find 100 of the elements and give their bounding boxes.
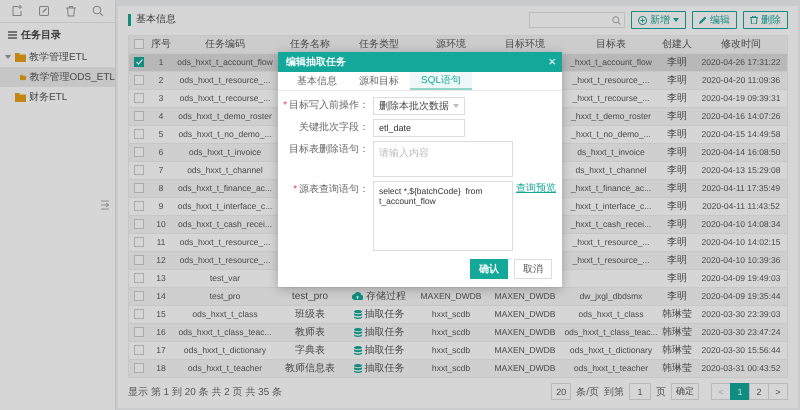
table-cell-text: 2020-04-13 15:29:08 (700, 165, 782, 175)
column-header: 任务编码 (204, 38, 246, 51)
table-cell-text: ods_hxxt_t_cash_recei... (176, 219, 274, 229)
column-header: 序号 (150, 38, 172, 51)
table-cell-text: ods_hxxt_t_resource_... (178, 75, 272, 85)
column-header: 源环境 (435, 38, 467, 51)
table-cell-text: 李明 (666, 146, 688, 159)
table-cell-text: _hxxt_t_resource_... (571, 255, 650, 265)
table-cell-text: hxxt_scdb (430, 345, 472, 355)
table-cell-text: 7 (158, 165, 164, 175)
table-cell-text: ods_hxxt_t_teacher (186, 363, 264, 373)
table-cell-text: 李明 (666, 200, 688, 213)
table-cell-text: test_pro (208, 291, 242, 301)
table-cell-text: ods_hxxt_t_teacher (572, 363, 650, 373)
table-cell-text: ods_hxxt_t_class_teac... (177, 327, 273, 337)
table-cell-text: test_var (208, 273, 242, 283)
table-cell-text: ods_hxxt_t_demo_roster (177, 111, 273, 121)
table-cell-text: MAXEN_DWDB (494, 363, 556, 373)
table-cell-text: ds_hxxt_t_invoice (576, 147, 646, 157)
table-cell-text: 抽取任务 (364, 362, 404, 375)
table-cell-text: 4 (158, 111, 164, 121)
table-cell-text: ds_hxxt_t_channel (574, 165, 648, 175)
table-cell-text: 2020-03-30 23:39:03 (700, 309, 782, 319)
table-cell-text: ods_hxxt_t_dictionary (568, 345, 654, 355)
table-cell-text: 2020-03-30 15:56:44 (700, 345, 782, 355)
table-cell-text: 2020-04-15 14:49:58 (700, 129, 782, 139)
column-header: 任务类型 (358, 38, 400, 51)
table-cell-text: dw_jxgl_dbdsmx (578, 291, 644, 301)
table-cell-text: _hxxt_t_cash_recei... (570, 219, 652, 229)
table-cell-text: 2020-04-09 19:49:03 (700, 273, 782, 283)
table-cell-text: 李明 (666, 182, 688, 195)
table-cell-text: 5 (158, 129, 164, 139)
table-cell-text: ods_hxxt_t_class (191, 309, 259, 319)
field-label: 目标表删除语句： (289, 144, 369, 155)
table-cell-text: 2 (158, 75, 164, 85)
table-cell-text: 2020-04-10 14:08:34 (700, 219, 782, 229)
table-cell-text: 2020-04-20 11:09:36 (700, 75, 782, 85)
table-cell-text: 李明 (666, 236, 688, 249)
table-cell-text: MAXEN_DWDB (420, 291, 482, 301)
table-cell-text: 16 (155, 327, 167, 337)
required-mark: * (293, 184, 297, 195)
table-cell-text: ods_hxxt_t_dictionary (182, 345, 268, 355)
dialog-title: 编辑抽取任务 (286, 56, 346, 69)
table-cell-text: 教师信息表 (284, 362, 336, 375)
table-cell-text: 2020-04-10 14:02:15 (700, 237, 782, 247)
table-cell-text: 2020-04-11 11:43:52 (701, 201, 781, 211)
table-cell-text: MAXEN_DWDB (494, 345, 556, 355)
table-cell-text: 李明 (666, 92, 688, 105)
table-cell-text: 2020-04-14 16:08:50 (700, 147, 782, 157)
table-cell-text: _hxxt_t_resource_... (571, 237, 650, 247)
table-cell-text: _hxxt_t_demo_roster (570, 111, 652, 121)
table-cell-text: 18 (155, 363, 167, 373)
table-cell-text: ods_hxxt_t_interface_c... (176, 201, 274, 211)
table-cell-text: 李明 (666, 110, 688, 123)
table-cell-text: 抽取任务 (364, 308, 404, 321)
table-cell-text: 8 (158, 183, 164, 193)
table-cell-text: ods_hxxt_t_class (577, 309, 645, 319)
tree-title: 任务目录 (21, 28, 61, 42)
table-cell-text: _hxxt_t_recourse_... (571, 93, 650, 103)
table-cell-text: 2020-04-16 14:07:26 (700, 111, 782, 121)
table-cell-text: 韩琳莹 (661, 362, 693, 375)
section-title: 基本信息 (128, 14, 176, 26)
table-cell-text: 韩琳莹 (661, 344, 693, 357)
column-header: 任务名称 (289, 38, 331, 51)
page-size-unit: 条/页 (576, 386, 599, 399)
table-cell-text: 李明 (666, 218, 688, 231)
table-cell-text: test_pro (290, 290, 330, 302)
table-cell-text: 李明 (666, 290, 688, 303)
table-cell-text: MAXEN_DWDB (494, 327, 556, 337)
table-cell-text: 班级表 (294, 308, 326, 321)
table-cell-text: 2020-04-09 19:35:44 (700, 291, 782, 301)
table-cell-text: _hxxt_t_no_demo_... (570, 129, 652, 139)
column-header: 创建人 (661, 38, 693, 51)
table-cell-text: 李明 (666, 56, 688, 69)
table-cell-text: 12 (155, 255, 167, 265)
table-cell-text: _hxxt_t_account_flow (569, 57, 653, 67)
table-cell-text: 15 (155, 309, 167, 319)
table-cell-text: 3 (158, 93, 164, 103)
table-cell-text: 抽取任务 (364, 326, 404, 339)
table-cell-text: 13 (155, 273, 167, 283)
table-cell-text: ods_hxxt_t_account_flow (176, 57, 274, 67)
table-cell-text: 教师表 (294, 326, 326, 339)
table-cell-text: 10 (155, 219, 167, 229)
table-cell-text: 李明 (666, 74, 688, 87)
field-label: 源表查询语句： (299, 184, 369, 195)
table-cell-text: 李明 (666, 254, 688, 267)
table-cell-text: _hxxt_t_resource_... (571, 75, 650, 85)
table-cell-text: ods_hxxt_t_resource_... (178, 255, 272, 265)
table-cell-text: 2020-04-11 17:35:49 (700, 183, 782, 193)
table-cell-text: ods_hxxt_t_invoice (188, 147, 262, 157)
table-cell-text: 6 (158, 147, 164, 157)
table-cell-text: 2020-03-30 23:47:24 (700, 327, 782, 337)
table-cell: ods_hxxt_t_class_teac... (563, 327, 659, 337)
column-header: 修改时间 (720, 38, 762, 51)
table-cell-text: _hxxt_t_interface_c... (570, 201, 652, 211)
table-cell-text: 存储过程 (366, 290, 406, 303)
table-cell-text: hxxt_scdb (430, 363, 472, 373)
table-cell-text: 9 (158, 201, 164, 211)
table-cell-text: MAXEN_DWDB (494, 309, 556, 319)
table-cell-text: MAXEN_DWDB (494, 291, 556, 301)
